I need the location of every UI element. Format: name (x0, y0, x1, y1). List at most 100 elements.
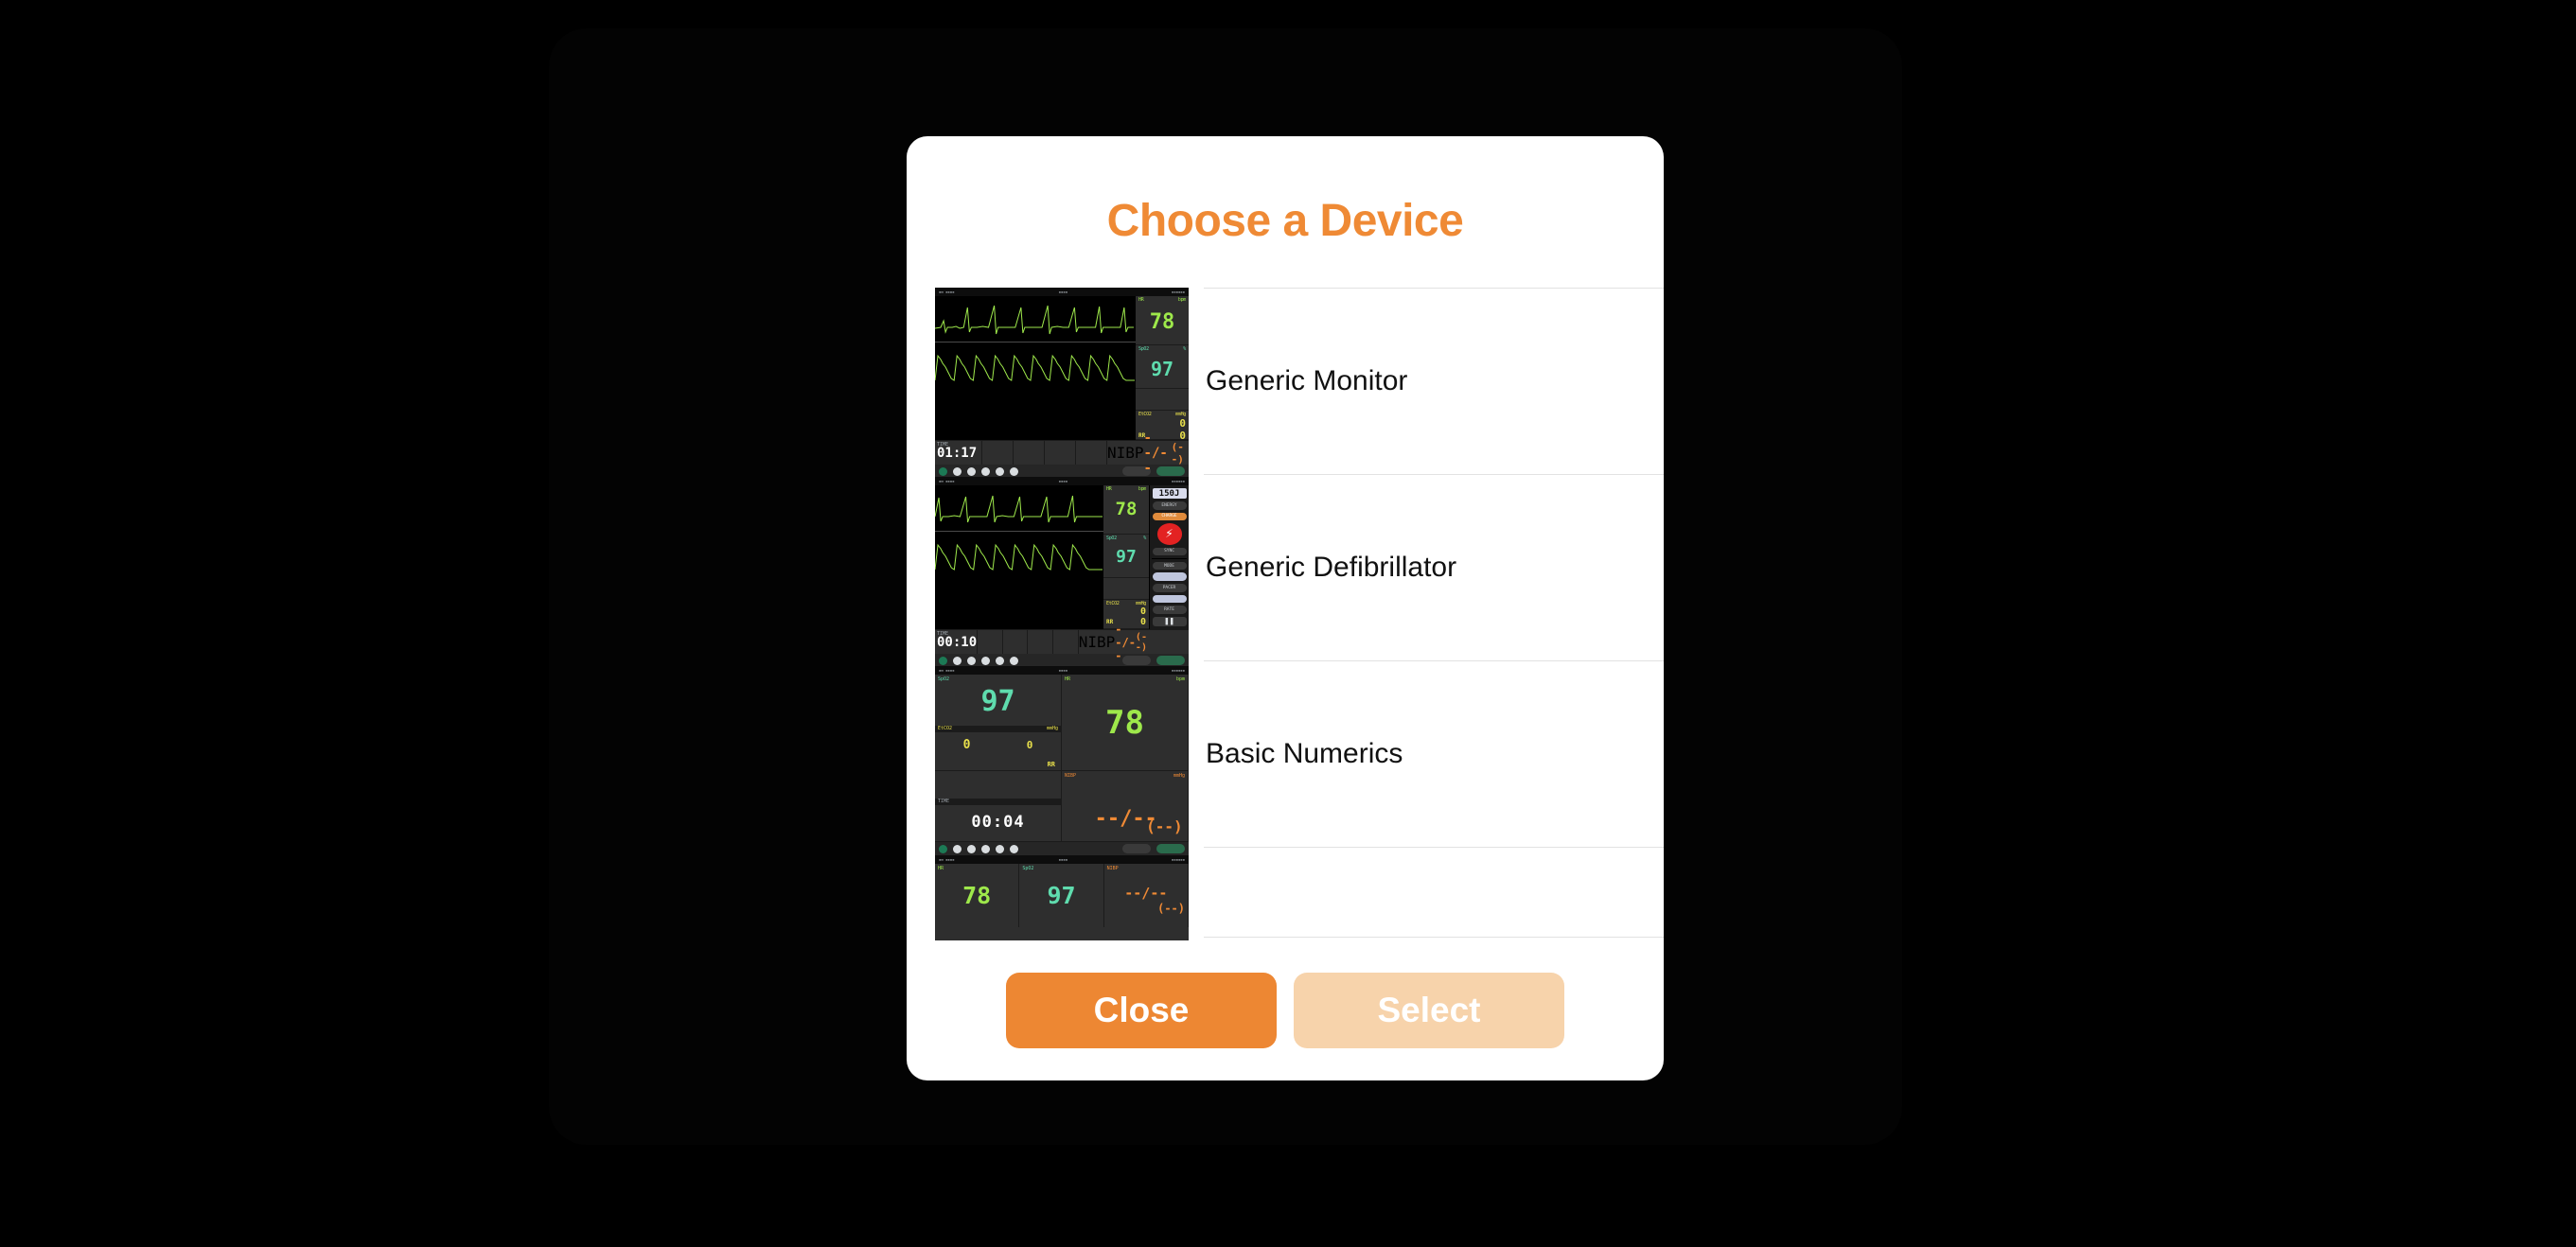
preview-basic-numerics[interactable]: ▪▬ ▪▪▪▪ ▪▪▪▪ ▪▪▪▪▪▪ SpO2 97 EtCO2 mmHg 0… (935, 666, 1189, 855)
device-label: Basic Numerics (1206, 738, 1403, 769)
nibp-label-num: NIBP (1065, 773, 1077, 779)
hr-value-defib: 78 (1115, 499, 1138, 519)
numeric-spo2: SpO2% 97 (1136, 345, 1189, 389)
pause-button[interactable]: ❚❚ (1152, 616, 1187, 626)
dialog-body: ▪▬ ▪▪▪▪ ▪▪▪▪ ▪▪▪▪▪▪ HR bpm 78 SpO2 % 97 … (907, 288, 1664, 940)
timer-blank-4 (1076, 441, 1107, 465)
device-row-generic-defibrillator[interactable]: Generic Defibrillator (1204, 474, 1664, 660)
status-pill-defib (1156, 656, 1185, 665)
waveform-area (935, 296, 1136, 440)
rate-button[interactable]: RATE (1152, 606, 1187, 614)
timer-blank-d2 (1003, 630, 1029, 654)
timer-value-num: 00:04 (971, 813, 1025, 832)
settings-icon (981, 466, 990, 476)
alarm-icon-num (953, 844, 962, 853)
numerics-cell-hr: HR bpm 78 (1062, 675, 1189, 771)
timer-blank-1 (982, 441, 1014, 465)
contrast-icon-defib (996, 656, 1004, 665)
numeric-hr: HR bpm 78 (1136, 296, 1189, 345)
shock-button[interactable]: ⚡ (1156, 523, 1182, 545)
partial-cell-hr: HR 78 (935, 864, 1020, 927)
device-preview-column: ▪▬ ▪▪▪▪ ▪▪▪▪ ▪▪▪▪▪▪ HR bpm 78 SpO2 % 97 … (935, 288, 1189, 940)
preview-status-bar: ▪▬ ▪▪▪▪ ▪▪▪▪ ▪▪▪▪▪▪ (935, 288, 1189, 296)
rr-value-num: 0 (1026, 739, 1033, 751)
hr-unit-defib: bpm (1138, 486, 1146, 492)
hr-value: 78 (1149, 310, 1175, 334)
lightning-bolt-icon: ⚡ (1165, 526, 1173, 542)
hr-label-num: HR (1065, 676, 1071, 682)
energy-display: 150J (1152, 488, 1187, 500)
pleth-waveform-defib (935, 532, 1103, 575)
nibp-map-num: (--) (1146, 817, 1183, 836)
partial-cell-nibp: NIBP --/-- (--) (1104, 864, 1189, 927)
spo2-label-part: SpO2 (1022, 866, 1034, 871)
close-button[interactable]: Close (1006, 973, 1277, 1048)
hr-unit: bpm (1177, 297, 1186, 303)
settings-icon-defib (981, 656, 990, 665)
device-label: Generic Defibrillator (1206, 552, 1457, 583)
volume-icon-defib (967, 656, 976, 665)
nibp-cell-defib: NIBP --/-- (--) (1078, 623, 1189, 662)
spo2-label: SpO2 (1138, 346, 1149, 352)
mode-button[interactable]: MODE (1152, 561, 1187, 571)
numeric-column-defib: HR bpm 78 SpO2% 97 EtCO2 mmHg 0 RR 0 (1103, 485, 1149, 629)
numeric-column: HR bpm 78 SpO2% 97 EtCO2 mmHg 0 RR 0 (1136, 296, 1189, 442)
device-list: Generic Monitor Generic Defibrillator Ba… (1204, 288, 1664, 940)
status-center-label-defib: ▪▪▪▪ (1058, 478, 1068, 484)
rr-value-defib: 0 (1139, 617, 1146, 627)
spo2-label-num: SpO2 (938, 676, 950, 682)
settings-icon-num (981, 844, 990, 853)
hr-label-defib: HR (1106, 486, 1112, 492)
partial-numerics-grid: HR 78 SpO2 97 NIBP --/-- (--) (935, 864, 1189, 927)
trend-icon-num (1010, 844, 1018, 853)
power-icon-defib (939, 656, 947, 665)
status-left-icons-num: ▪▬ ▪▪▪▪ (938, 667, 955, 674)
device-row-basic-numerics[interactable]: Basic Numerics (1204, 660, 1664, 847)
hr-unit-num: bpm (1175, 676, 1185, 682)
timer-cell-defib: TIME 00:10 (935, 630, 979, 654)
timer-blank-d1 (978, 630, 1003, 654)
status-center-label-part: ▪▪▪▪ (1058, 856, 1068, 863)
nibp-value: --/-- (1143, 430, 1168, 476)
trend-icon-defib (1010, 656, 1018, 665)
dialog-title: Choose a Device (1106, 196, 1464, 246)
power-icon (939, 466, 947, 476)
preview-status-bar-part: ▪▬ ▪▪▪▪ ▪▪▪▪ ▪▪▪▪▪▪ (935, 855, 1189, 864)
nibp-label: NIBP (1107, 444, 1144, 462)
status-center-label-num: ▪▪▪▪ (1058, 667, 1068, 674)
dialog-footer: Close Select (907, 940, 1664, 1080)
device-row-generic-monitor[interactable]: Generic Monitor (1204, 288, 1664, 474)
spo2-value-part: 97 (1047, 882, 1076, 909)
hr-value-num: 78 (1105, 703, 1144, 742)
status-pill-num (1156, 844, 1185, 853)
energy-select-button[interactable]: ENERGY (1152, 501, 1187, 510)
pacer-button[interactable]: PACER (1152, 584, 1187, 592)
timer-label: TIME (937, 442, 949, 448)
pause-icon: ❚❚ (1164, 616, 1174, 626)
pacer-readout-1 (1152, 572, 1187, 582)
numeric-empty-slot (1136, 389, 1189, 411)
ecg-waveform (935, 296, 1136, 342)
preview-generic-monitor[interactable]: ▪▬ ▪▪▪▪ ▪▪▪▪ ▪▪▪▪▪▪ HR bpm 78 SpO2 % 97 … (935, 288, 1189, 477)
status-right-icons-defib: ▪▪▪▪▪▪ (1172, 478, 1186, 484)
preview-toolbar-defib (935, 654, 1189, 666)
select-button[interactable]: Select (1294, 973, 1564, 1048)
etco2-value-defib: 0 (1139, 606, 1146, 617)
timer-blank-3 (1045, 441, 1076, 465)
timer-label-defib: TIME (937, 631, 949, 637)
partial-cell-spo2: SpO2 97 (1019, 864, 1104, 927)
etco2-unit-num: mmHg (1046, 726, 1058, 731)
alarm-icon-defib (953, 656, 962, 665)
preview-toolbar-num (935, 842, 1189, 855)
etco2-value: 0 (1179, 417, 1186, 430)
status-right-icons: ▪▪▪▪▪▪ (1172, 289, 1186, 295)
preview-generic-defibrillator[interactable]: ▪▬ ▪▪▪▪ ▪▪▪▪ ▪▪▪▪▪▪ HR bpm 78 SpO2 % 97 … (935, 477, 1189, 666)
numeric-empty-slot-defib (1103, 578, 1149, 600)
device-row-fourth[interactable] (1204, 847, 1664, 938)
trend-icon (1010, 466, 1018, 476)
charge-button[interactable]: CHARGE (1152, 512, 1187, 521)
defib-control-panel: 150J ENERGY CHARGE ⚡ SYNC MODE PACER RAT… (1149, 485, 1189, 629)
nibp-label-defib: NIBP (1078, 633, 1116, 651)
sync-button[interactable]: SYNC (1152, 547, 1187, 556)
preview-fourth-partial[interactable]: ▪▬ ▪▪▪▪ ▪▪▪▪ ▪▪▪▪▪▪ HR 78 SpO2 97 NIBP -… (935, 855, 1189, 940)
